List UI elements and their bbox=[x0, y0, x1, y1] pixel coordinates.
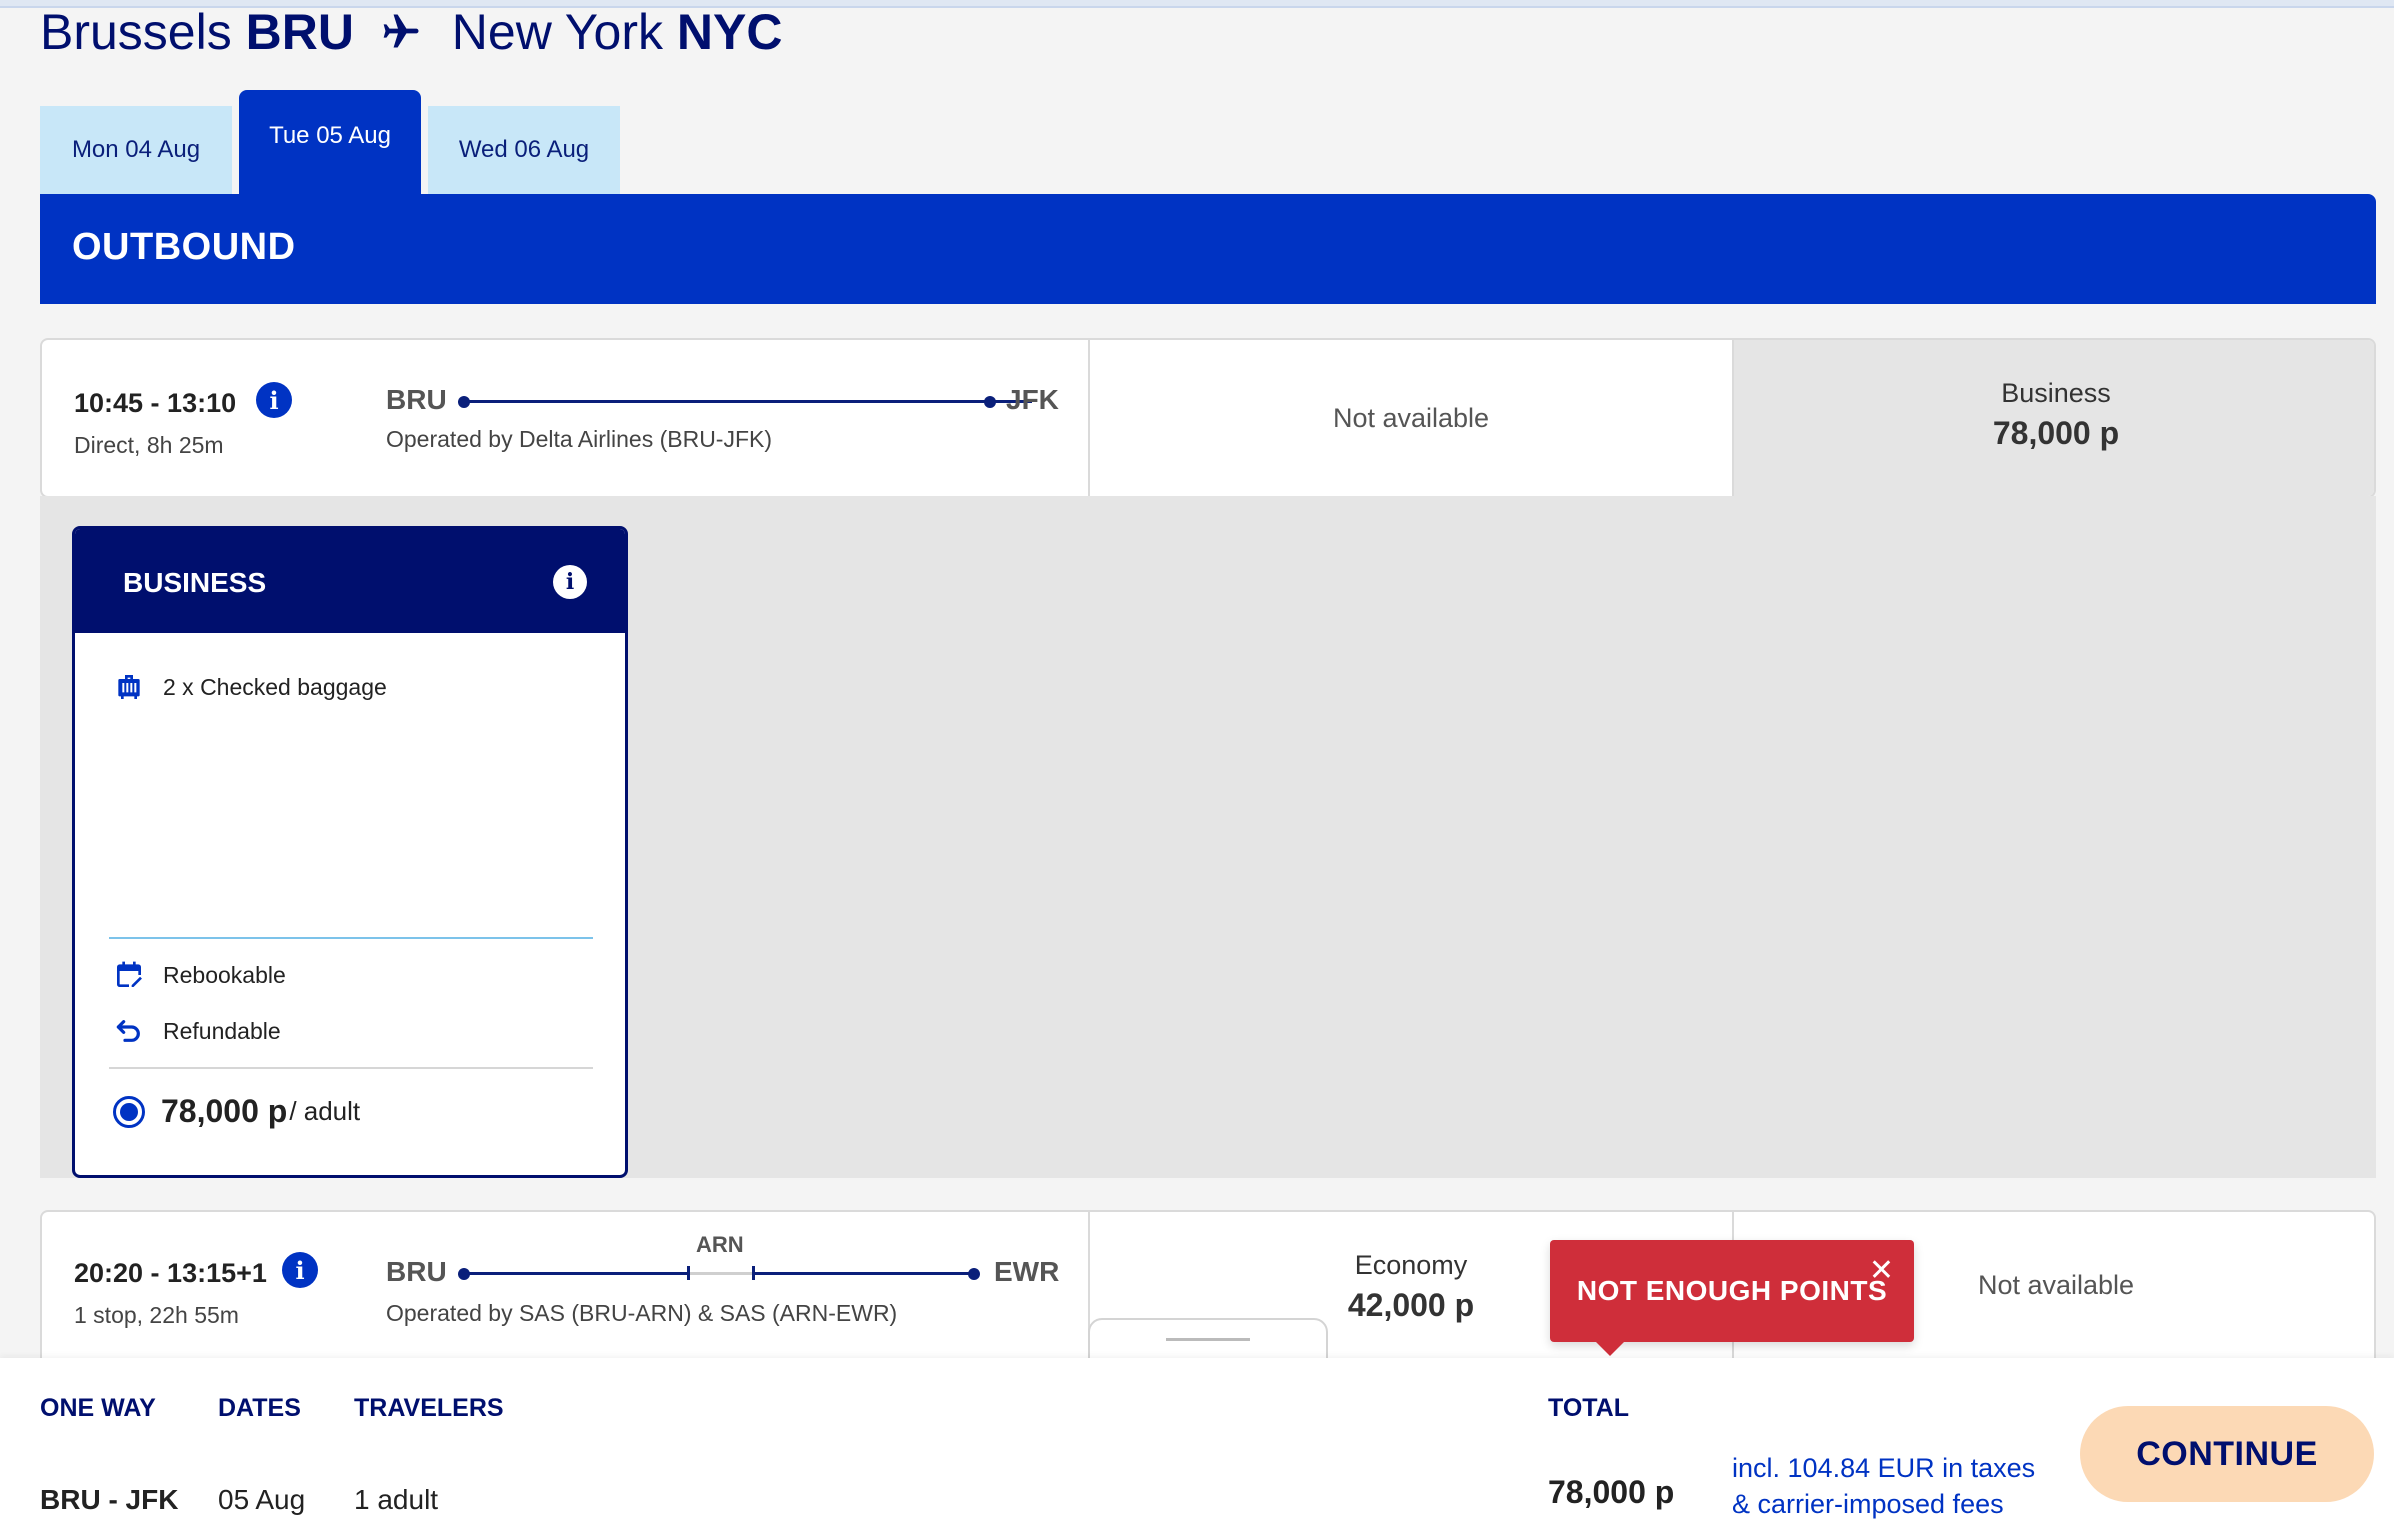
booking-summary-footer: ONE WAY DATES TRAVELERS TOTAL BRU - JFK … bbox=[0, 1358, 2394, 1524]
fare-status: Not available bbox=[1977, 1270, 2135, 1300]
fare-points: 78,000 p bbox=[1992, 415, 2120, 451]
taxes-line-2: & carrier-imposed fees bbox=[1732, 1489, 2004, 1519]
flight-info[interactable]: 10:45 - 13:10 i Direct, 8h 25m BRU JFK O… bbox=[42, 340, 1090, 496]
arrival-airport: JFK bbox=[1006, 384, 1059, 415]
route-end-dot bbox=[984, 396, 996, 408]
business-fare-option[interactable]: BUSINESS i 2 x Checked baggage Rebookabl… bbox=[72, 526, 628, 1178]
flight-times: 10:45 - 13:10 bbox=[74, 388, 237, 418]
not-enough-points-alert: NOT ENOUGH POINTS ✕ bbox=[1550, 1240, 1914, 1356]
close-icon[interactable]: ✕ bbox=[1869, 1256, 1894, 1286]
fare-option-header: BUSINESS i bbox=[75, 529, 625, 633]
luggage-icon bbox=[118, 675, 140, 699]
travelers-label: TRAVELERS bbox=[354, 1394, 504, 1422]
fare-points: 42,000 p bbox=[1347, 1287, 1475, 1323]
calendar-edit-icon bbox=[117, 961, 142, 987]
outbound-section-header: OUTBOUND bbox=[40, 194, 2376, 304]
info-icon[interactable]: i bbox=[282, 1252, 318, 1288]
feature-refundable: Refundable bbox=[113, 1015, 281, 1047]
summary-date: 05 Aug bbox=[218, 1484, 306, 1515]
flight-row-1: 10:45 - 13:10 i Direct, 8h 25m BRU JFK O… bbox=[40, 338, 2376, 498]
tab-wed-06-aug[interactable]: Wed 06 Aug bbox=[428, 106, 620, 194]
fare-price-suffix: / adult bbox=[289, 1096, 361, 1126]
summary-total: 78,000 p bbox=[1548, 1474, 1675, 1510]
fare-price-amount: 78,000 p bbox=[161, 1093, 288, 1129]
origin-code: BRU bbox=[245, 4, 354, 60]
fare-class: Business bbox=[2001, 378, 2111, 408]
fare-select-radio[interactable] bbox=[113, 1095, 145, 1128]
feature-label: Refundable bbox=[163, 1017, 281, 1044]
route-line-segment-1 bbox=[464, 1272, 688, 1275]
route-line-segment-2 bbox=[755, 1272, 969, 1275]
route-end-dot bbox=[968, 1268, 980, 1280]
section-title: OUTBOUND bbox=[72, 226, 296, 268]
flight-summary: 1 stop, 22h 55m bbox=[74, 1302, 239, 1328]
dates-label: DATES bbox=[218, 1394, 301, 1422]
stop-airport: ARN bbox=[696, 1232, 744, 1257]
route-line bbox=[464, 400, 1032, 403]
fare-cell-business-selected[interactable]: Business 78,000 p bbox=[1732, 340, 2374, 496]
info-icon[interactable]: i bbox=[256, 382, 292, 418]
airplane-icon bbox=[383, 14, 419, 48]
layover-segment bbox=[690, 1272, 752, 1275]
taxes-and-fees-link[interactable]: incl. 104.84 EUR in taxes & carrier-impo… bbox=[1732, 1450, 2035, 1522]
summary-travelers: 1 adult bbox=[354, 1484, 439, 1515]
divider bbox=[109, 937, 593, 939]
feature-label: Rebookable bbox=[163, 961, 286, 988]
operated-by: Operated by SAS (BRU-ARN) & SAS (ARN-EWR… bbox=[386, 1300, 898, 1326]
destination-code: NYC bbox=[676, 4, 783, 60]
flight-summary: Direct, 8h 25m bbox=[74, 432, 224, 458]
total-label: TOTAL bbox=[1548, 1394, 1630, 1422]
taxes-line-1: incl. 104.84 EUR in taxes bbox=[1732, 1453, 2036, 1483]
tab-mon-04-aug[interactable]: Mon 04 Aug bbox=[40, 106, 232, 194]
departure-airport: BRU bbox=[386, 384, 447, 415]
fare-cell-economy-unavailable: Not available bbox=[1088, 340, 1732, 496]
flight-times: 20:20 - 13:15+1 bbox=[74, 1258, 267, 1288]
destination-city: New York bbox=[451, 4, 664, 60]
summary-route: BRU - JFK bbox=[40, 1484, 179, 1515]
info-icon[interactable]: i bbox=[553, 565, 587, 599]
arrival-airport: EWR bbox=[994, 1256, 1060, 1287]
departure-airport: BRU bbox=[386, 1256, 447, 1287]
tab-tue-05-aug[interactable]: Tue 05 Aug bbox=[239, 90, 421, 194]
feature-checked-baggage: 2 x Checked baggage bbox=[113, 671, 387, 703]
operated-by: Operated by Delta Airlines (BRU-JFK) bbox=[386, 426, 773, 452]
feature-label: 2 x Checked baggage bbox=[163, 673, 387, 700]
alert-message: NOT ENOUGH POINTS bbox=[1576, 1275, 1888, 1306]
fare-price: 78,000 p / adult bbox=[113, 1093, 360, 1130]
continue-button[interactable]: CONTINUE bbox=[2080, 1406, 2374, 1502]
refund-arrow-icon bbox=[116, 1020, 140, 1042]
origin-city: Brussels bbox=[40, 4, 232, 60]
divider bbox=[109, 1067, 593, 1069]
trip-type-label: ONE WAY bbox=[40, 1394, 156, 1422]
fare-status: Not available bbox=[1332, 402, 1490, 433]
page-title: Brussels BRU New York NYC bbox=[40, 2, 783, 62]
feature-rebookable: Rebookable bbox=[113, 959, 286, 991]
fare-option-title: BUSINESS bbox=[123, 567, 267, 598]
fare-class: Economy bbox=[1354, 1250, 1468, 1280]
